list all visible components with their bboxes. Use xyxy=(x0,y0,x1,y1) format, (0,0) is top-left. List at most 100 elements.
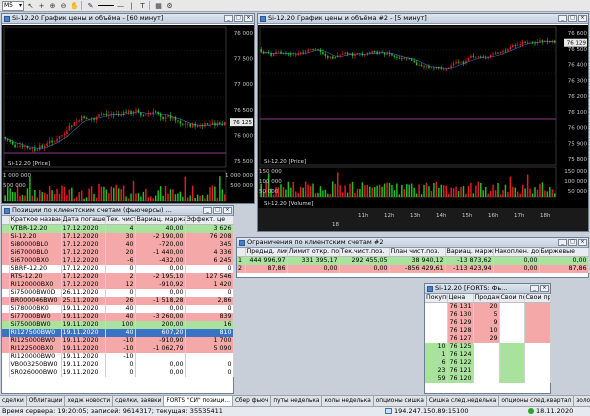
settings-icon[interactable]: ⚙ xyxy=(165,1,174,10)
workspace-tab[interactable]: путы неделька xyxy=(271,396,323,406)
table-row[interactable]: Si78000BK0 19.11.2020 40 0,00 0 xyxy=(2,305,234,313)
orderbook-row[interactable]: 1 76 124 xyxy=(425,351,551,359)
price-chart-60min[interactable]: 76 000 77 500 77 000 76 500 76 000 75 500 76 1… xyxy=(2,25,254,203)
zoom-out-icon[interactable]: ⊖ xyxy=(59,1,68,10)
column-header[interactable]: План чист.поз. xyxy=(389,248,446,257)
price-chart-area[interactable]: 76 600 76 500 76 400 76 300 76 200 76 100 76 0… xyxy=(258,25,588,231)
window-title-bar[interactable]: Si-12.20 График цены и объёма - [60 мину… xyxy=(2,14,254,24)
column-header[interactable]: Накоплен. доход xyxy=(493,248,540,257)
column-header[interactable]: Дата погаше xyxy=(61,216,106,225)
minimize-button[interactable]: _ xyxy=(203,207,212,214)
orderbook-row[interactable]: 59 76 120 xyxy=(425,375,551,383)
orderbook-row[interactable]: 10 76 125 xyxy=(425,343,551,351)
window-title-bar[interactable]: Si-12.20 [FORTS: Фь... _ × xyxy=(425,284,550,294)
column-header[interactable]: Краткое название xyxy=(9,216,62,225)
workspace-tab[interactable]: хедж новости xyxy=(65,396,114,406)
workspace-tab[interactable]: опционы след.квартал xyxy=(499,396,575,406)
column-header[interactable]: Предыд. лимит xyxy=(245,248,288,257)
column-header[interactable]: Тек. чист. xyxy=(105,216,136,225)
column-header[interactable]: Эффект. це xyxy=(185,216,234,225)
price-chart-area[interactable]: 76 000 77 500 77 000 76 500 76 000 75 500 76 1… xyxy=(2,25,254,203)
table-row[interactable]: VB003250BW0 19.11.2020 0 0,00 0 xyxy=(2,361,234,369)
column-header[interactable]: Продажа xyxy=(473,294,500,303)
close-button[interactable]: × xyxy=(578,239,587,246)
pencil-icon[interactable]: ✎ xyxy=(86,1,95,10)
vertical-line-icon[interactable]: | xyxy=(127,1,136,10)
orderbook-row[interactable]: 6 76 122 xyxy=(425,359,551,367)
volume-bar xyxy=(534,187,536,197)
table-row[interactable]: Si77000BW0 19.11.2020 40 -3 260,00 839 xyxy=(2,313,234,321)
table-row[interactable]: VTBR-12.20 17.12.2020 4 40,00 3 626 xyxy=(2,224,234,233)
close-button[interactable]: × xyxy=(244,15,253,22)
workspace-tab[interactable]: сделки, заявки xyxy=(113,396,165,406)
table-row[interactable]: SBRF-12.20 17.12.2020 0 0,00 0 xyxy=(2,265,234,273)
column-header[interactable]: Вариац. маржа xyxy=(135,216,186,225)
table-row[interactable]: SR026000BW0 19.11.2020 0 0,00 0 xyxy=(2,369,234,377)
workspace-tab[interactable]: FORTS "СИ" позици... xyxy=(164,396,233,406)
workspace-tab[interactable]: колы неделька xyxy=(322,396,374,406)
workspace-tab[interactable]: Сишка след.неделька xyxy=(427,396,500,406)
maximize-button[interactable]: □ xyxy=(568,15,577,22)
table-row[interactable]: BR000046BW0 25.11.2020 26 -1 518,28 2,86 xyxy=(2,297,234,305)
minimize-button[interactable]: _ xyxy=(224,15,233,22)
table-row[interactable]: RI125000BW0 19.11.2020 -10 -910,90 1 700 xyxy=(2,337,234,345)
column-header[interactable]: Вариац. маржа xyxy=(445,248,494,257)
table-row[interactable]: RI122500BX0 19.11.2020 -10 -1 062,79 5 090 xyxy=(2,345,234,353)
window-title-bar[interactable]: Позиции по клиентским счетам (фьючерсы) … xyxy=(2,206,233,216)
column-header[interactable]: Покупка xyxy=(425,294,448,303)
orderbook-row[interactable]: 76 127 29 xyxy=(425,335,551,343)
trendline-icon[interactable] xyxy=(98,5,114,6)
maximize-button[interactable]: □ xyxy=(568,239,577,246)
minimize-button[interactable]: _ xyxy=(530,285,539,292)
workspace-tab[interactable]: сделки xyxy=(0,396,27,406)
column-header[interactable]: Свои пр xyxy=(524,294,551,303)
column-header[interactable]: Свои по xyxy=(499,294,525,303)
text-icon[interactable]: T xyxy=(138,1,147,10)
minimize-button[interactable]: _ xyxy=(558,239,567,246)
table-row[interactable]: Si80000BL0 17.12.2020 40 -720,00 345 xyxy=(2,241,234,249)
orderbook-row[interactable]: 76 128 10 xyxy=(425,327,551,335)
column-header[interactable]: Цена xyxy=(447,294,474,303)
column-header[interactable]: Лимит откр. поз. xyxy=(287,248,340,257)
table-row[interactable]: Si75000BW0 19.11.2020 100 200,00 16 xyxy=(2,321,234,329)
close-button[interactable]: × xyxy=(540,285,549,292)
table-row[interactable]: 1 444 996,97 331 395,17 292 455,05 38 940,12… xyxy=(237,256,589,265)
candle-body xyxy=(61,135,63,137)
orderbook-row[interactable]: 76 129 9 xyxy=(425,319,551,327)
grid-icon[interactable]: ▦ xyxy=(154,1,163,10)
table-row[interactable]: Si-12.20 17.12.2020 30 -2 190,00 76 208 xyxy=(2,233,234,241)
column-header[interactable]: Биржевые xyxy=(539,248,589,257)
volume-tick-label: 50 000 xyxy=(259,189,279,195)
close-button[interactable]: × xyxy=(223,207,232,214)
column-header[interactable]: Тек.чист.поз. xyxy=(339,248,390,257)
table-row[interactable]: RI127500BW0 19.11.2020 40 607,20 810 xyxy=(2,329,234,337)
table-row[interactable]: RTS-12.20 17.12.2020 2 -2 195,10 127 546 xyxy=(2,273,234,281)
workspace-tab[interactable]: опционы сишка xyxy=(374,396,427,406)
horizontal-line-icon[interactable]: — xyxy=(116,1,125,10)
close-button[interactable]: × xyxy=(578,15,587,22)
workspace-tab[interactable]: Сбер фьюч xyxy=(233,396,272,406)
crosshair-icon[interactable]: + xyxy=(37,1,46,10)
hand-icon[interactable]: ✋ xyxy=(70,1,79,10)
window-title-bar[interactable]: Ограничения по клиентским счетам #2 _ □ … xyxy=(237,238,588,248)
table-row[interactable]: Si75000BW0D 26.11.2020 0 0,00 0 xyxy=(2,289,234,297)
table-row[interactable]: RI120000BW0 19.11.2020 -10 xyxy=(2,353,234,361)
workspace-tab[interactable]: Облигации xyxy=(27,396,66,406)
window-title-bar[interactable]: Si-12.20 График цены и объёма #2 - [5 ми… xyxy=(258,14,588,24)
table-row[interactable]: 2 87,86 0,00 0,00 -856 429,61 -113 423,94 0,00… xyxy=(237,265,589,273)
orderbook-row[interactable]: 76 130 5 xyxy=(425,311,551,319)
maximize-button[interactable]: □ xyxy=(234,15,243,22)
price-chart-5min[interactable]: 76 600 76 500 76 400 76 300 76 200 76 100 76 0… xyxy=(258,25,588,231)
workspace-tab[interactable]: золото.. xyxy=(574,396,590,406)
table-row[interactable]: Si67000BL0 17.12.2020 20 -1 440,00 4 336 xyxy=(2,249,234,257)
minimize-button[interactable]: _ xyxy=(558,15,567,22)
orderbook-row[interactable]: 23 76 121 xyxy=(425,367,551,375)
table-row[interactable]: RI120000BX0 17.12.2020 12 -910,92 1 420 xyxy=(2,281,234,289)
zoom-in-icon[interactable]: ⊕ xyxy=(48,1,57,10)
timeframe-select[interactable]: M5 xyxy=(2,0,24,11)
cursor-icon[interactable]: ↖ xyxy=(26,1,35,10)
maximize-button[interactable]: □ xyxy=(213,207,222,214)
orderbook-row[interactable]: 76 131 20 xyxy=(425,302,551,311)
column-header[interactable] xyxy=(237,248,246,257)
table-row[interactable]: Si67000BX0 17.12.2020 -6 -432,00 6 245 xyxy=(2,257,234,265)
